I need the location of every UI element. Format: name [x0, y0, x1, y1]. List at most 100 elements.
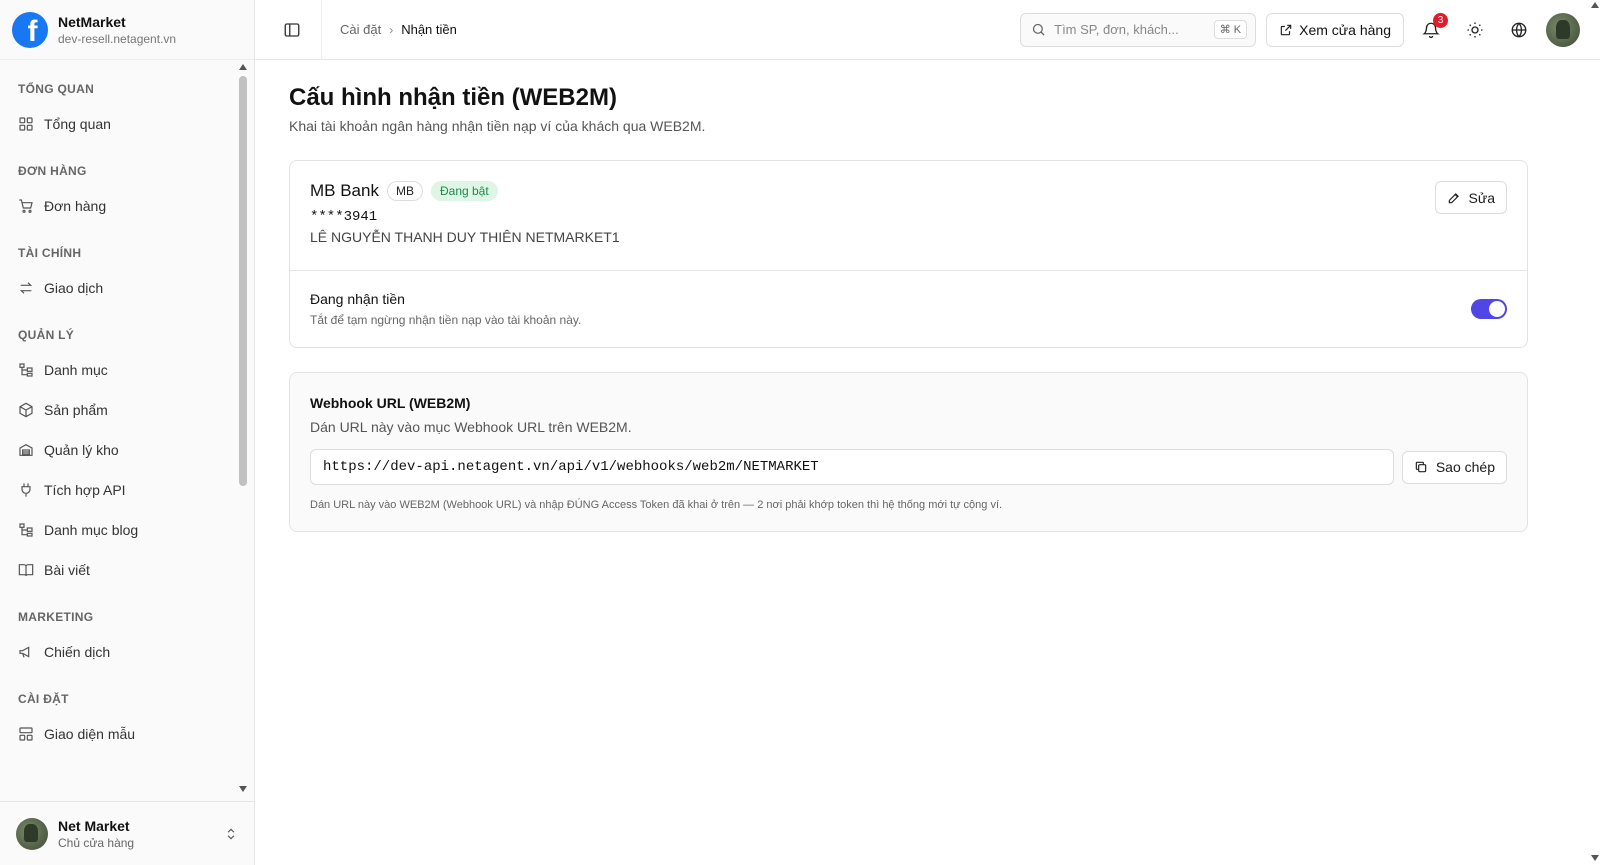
sidebar-item-posts[interactable]: Bài viết [18, 550, 236, 590]
webhook-note: Dán URL này vào WEB2M (Webhook URL) và n… [310, 499, 1003, 511]
sidebar-item-label: Tổng quan [44, 116, 111, 132]
sidebar-item-label: Giao dịch [44, 280, 104, 296]
nav-section-title: MARKETING [18, 610, 94, 624]
sidebar-item-label: Giao diện mẫu [44, 726, 136, 742]
bank-account-card: MB Bank MB Đang bật ****3941 LÊ NGUYỄN T… [289, 160, 1528, 348]
warehouse-icon [19, 443, 33, 456]
nav-section-manage: QUẢN LÝ Danh mục Sản phẩm Quản lý kho Tí… [0, 314, 254, 596]
chevron-updown-icon [227, 828, 235, 839]
sidebar-toggle-icon [284, 22, 300, 37]
nav-section-title: CÀI ĐẶT [18, 692, 69, 706]
sidebar-item-transactions[interactable]: Giao dịch [18, 268, 236, 308]
webhook-card: Webhook URL (WEB2M) Dán URL này vào mục … [289, 372, 1528, 532]
sidebar-item-campaigns[interactable]: Chiến dịch [18, 632, 236, 672]
scroll-up-arrow-icon[interactable] [1591, 2, 1599, 8]
toggle-knob [1489, 301, 1505, 317]
search-input[interactable]: Tìm SP, đơn, khách... ⌘ K [1020, 12, 1257, 47]
page-subtitle: Khai tài khoản ngân hàng nhận tiền nạp v… [289, 118, 706, 134]
sidebar-item-label: Danh mục [44, 362, 108, 378]
search-icon [1033, 23, 1045, 36]
main-area: Cài đặt › Nhận tiền Tìm SP, đơn, khách..… [255, 0, 1600, 865]
copy-label: Sao chép [1435, 459, 1495, 475]
scroll-down-arrow-icon[interactable] [1591, 855, 1599, 861]
brand-header[interactable]: f NetMarket dev-resell.netagent.vn [0, 0, 254, 60]
language-button[interactable] [1502, 13, 1536, 47]
bank-name: MB Bank [310, 181, 379, 200]
sidebar-scrollbar[interactable] [238, 62, 248, 792]
sun-icon [1467, 22, 1483, 37]
sidebar-item-orders[interactable]: Đơn hàng [18, 186, 236, 226]
main-scrollbar[interactable] [1588, 0, 1600, 865]
sidebar-item-blog-categories[interactable]: Danh mục blog [18, 510, 236, 550]
layout-icon [19, 727, 33, 741]
scroll-up-arrow-icon[interactable] [239, 64, 247, 70]
plug-icon [21, 483, 31, 497]
facebook-logo-icon: f [12, 11, 48, 48]
view-store-label: Xem cửa hàng [1299, 21, 1391, 38]
edit-label: Sửa [1468, 189, 1496, 206]
sidebar-item-api[interactable]: Tích hợp API [18, 470, 236, 510]
sidebar-item-warehouse[interactable]: Quản lý kho [18, 430, 236, 470]
breadcrumb-parent[interactable]: Cài đặt [340, 22, 381, 37]
scroll-down-arrow-icon[interactable] [239, 786, 247, 792]
pencil-icon [1448, 192, 1459, 203]
search-placeholder: Tìm SP, đơn, khách... [1054, 22, 1179, 37]
sidebar-item-label: Đơn hàng [44, 198, 107, 214]
page-title: Cấu hình nhận tiền (WEB2M) [289, 84, 617, 111]
cart-icon [19, 199, 33, 213]
copy-icon [1415, 461, 1427, 473]
webhook-title: Webhook URL (WEB2M) [310, 395, 471, 411]
nav-section-overview: TỔNG QUAN Tổng quan [0, 68, 254, 150]
category-tree-icon [19, 523, 33, 537]
user-role: Chủ cửa hàng [58, 835, 135, 850]
package-icon [19, 402, 33, 418]
notifications-button[interactable]: 3 [1414, 12, 1448, 47]
copy-button[interactable]: Sao chép [1401, 450, 1507, 484]
brand-domain: dev-resell.netagent.vn [58, 31, 177, 46]
theme-toggle-button[interactable] [1458, 13, 1492, 47]
avatar[interactable] [1546, 12, 1580, 47]
receiving-title: Đang nhận tiền [310, 291, 405, 307]
account-number: ****3941 [310, 209, 378, 225]
sidebar: f NetMarket dev-resell.netagent.vn TỔNG … [0, 0, 255, 865]
sidebar-item-products[interactable]: Sản phẩm [18, 390, 236, 430]
sidebar-nav: TỔNG QUAN Tổng quan ĐƠN HÀNG Đơn hàng TÀ… [0, 60, 254, 801]
sidebar-item-label: Bài viết [44, 562, 90, 578]
sidebar-item-label: Sản phẩm [44, 402, 108, 418]
search-shortcut: ⌘ K [1213, 20, 1248, 39]
sidebar-scroll-thumb[interactable] [239, 76, 247, 486]
webhook-url-field[interactable]: https://dev-api.netagent.vn/api/v1/webho… [310, 449, 1394, 485]
sidebar-item-templates[interactable]: Giao diện mẫu [18, 714, 236, 754]
page-content: Cấu hình nhận tiền (WEB2M) Khai tài khoả… [255, 60, 1600, 532]
breadcrumb: Cài đặt › Nhận tiền [340, 22, 457, 37]
nav-section-finance: TÀI CHÍNH Giao dịch [0, 232, 254, 314]
sidebar-item-label: Danh mục blog [44, 522, 139, 538]
sidebar-item-overview[interactable]: Tổng quan [18, 104, 236, 144]
sidebar-item-categories[interactable]: Danh mục [18, 350, 236, 390]
nav-section-title: TỔNG QUAN [18, 82, 95, 96]
edit-button[interactable]: Sửa [1434, 181, 1507, 214]
webhook-subtitle: Dán URL này vào mục Webhook URL trên WEB… [310, 419, 632, 435]
bank-code-badge: MB [386, 181, 423, 201]
globe-icon [1511, 22, 1527, 37]
chevron-right-icon: › [389, 22, 394, 37]
brand-name: NetMarket [58, 13, 126, 30]
nav-section-title: TÀI CHÍNH [18, 246, 82, 260]
nav-section-title: ĐƠN HÀNG [18, 164, 87, 178]
nav-section-title: QUẢN LÝ [18, 328, 75, 342]
view-store-button[interactable]: Xem cửa hàng [1266, 12, 1404, 47]
external-link-icon [1280, 24, 1292, 35]
receiving-description: Tắt để tạm ngừng nhận tiền nạp vào tài k… [310, 313, 582, 327]
topbar: Cài đặt › Nhận tiền Tìm SP, đơn, khách..… [255, 0, 1600, 60]
nav-section-orders: ĐƠN HÀNG Đơn hàng [0, 150, 254, 232]
toggle-sidebar-button[interactable] [281, 19, 303, 41]
sidebar-item-label: Chiến dịch [44, 644, 111, 660]
receiving-toggle[interactable] [1471, 299, 1507, 319]
status-badge: Đang bật [430, 181, 498, 201]
user-menu[interactable]: Net Market Chủ cửa hàng [0, 801, 254, 865]
sidebar-item-label: Tích hợp API [44, 482, 126, 498]
dashboard-icon [19, 117, 33, 131]
breadcrumb-current: Nhận tiền [401, 22, 457, 37]
avatar [16, 817, 48, 850]
user-name: Net Market [58, 817, 130, 834]
